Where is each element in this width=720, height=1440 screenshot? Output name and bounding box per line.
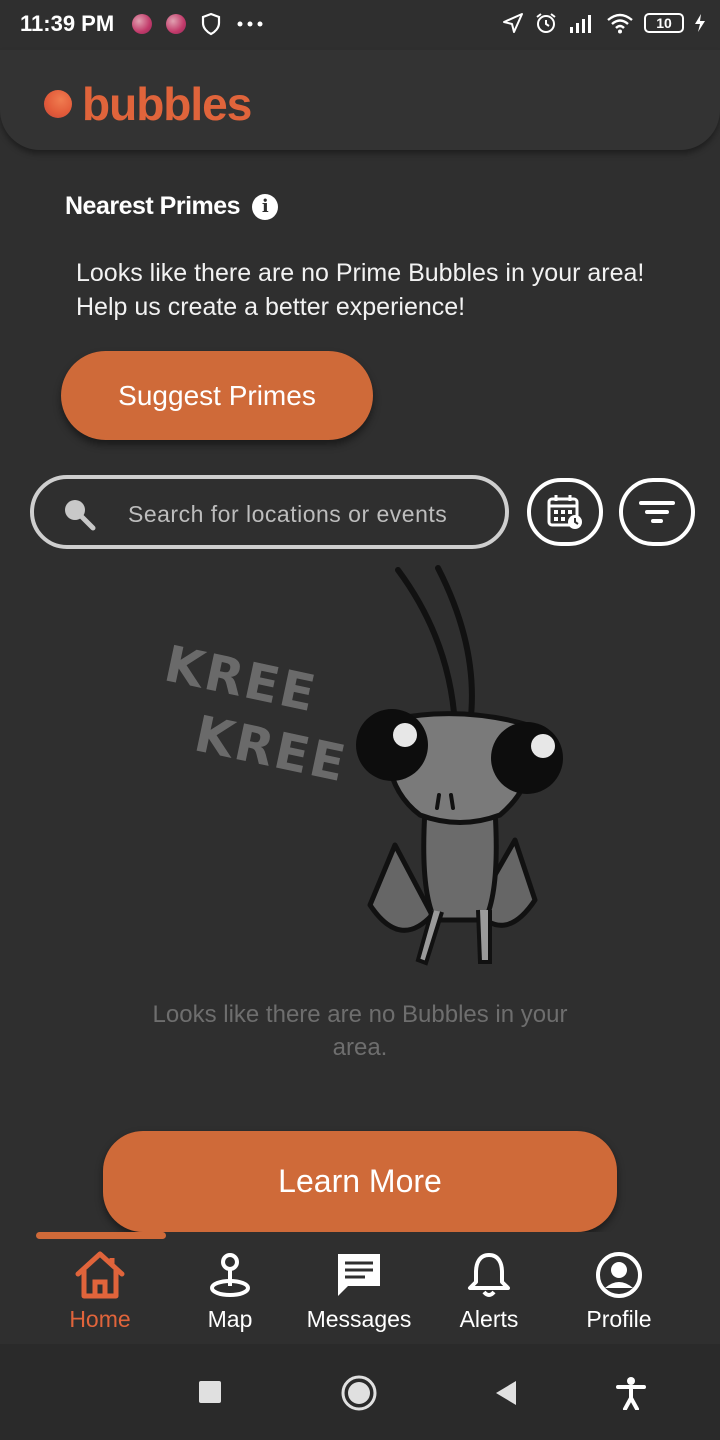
suggest-primes-button[interactable]: Suggest Primes: [61, 351, 373, 440]
app-notification-icon: [166, 14, 186, 34]
map-pin-icon: [210, 1253, 250, 1297]
app-logo[interactable]: bubbles: [44, 78, 252, 130]
alarm-icon: [536, 13, 556, 33]
empty-state-message: Looks like there are no Bubbles in your …: [152, 1001, 568, 1061]
filter-button[interactable]: [619, 478, 695, 546]
tab-label: Map: [207, 1306, 253, 1332]
nearest-primes-section: Nearest Primes i: [65, 192, 279, 221]
info-icon[interactable]: i: [252, 193, 279, 220]
more-icon: [237, 21, 263, 27]
bubble-logo-icon: [44, 90, 72, 118]
wifi-icon: [607, 13, 633, 34]
messages-icon: [338, 1254, 380, 1296]
tab-label: Alerts: [459, 1306, 519, 1332]
shield-icon: [201, 12, 221, 36]
battery-icon: 10: [644, 13, 684, 33]
accessibility-icon[interactable]: [616, 1376, 646, 1410]
calendar-filter-button[interactable]: [527, 478, 603, 546]
calendar-icon: [547, 495, 582, 529]
bell-icon: [468, 1253, 510, 1297]
home-icon: [75, 1251, 125, 1299]
app-notification-icon: [132, 14, 152, 34]
back-icon[interactable]: [494, 1380, 518, 1406]
location-icon: [503, 13, 523, 33]
app-header: bubbles: [0, 50, 720, 150]
system-navigation-bar: [0, 1344, 720, 1440]
filter-icon: [639, 501, 675, 523]
tab-alerts[interactable]: Alerts: [424, 1250, 554, 1333]
signal-icon: [570, 15, 591, 33]
status-time: 11:39 PM: [20, 11, 115, 36]
tab-messages[interactable]: Messages: [294, 1250, 424, 1333]
tab-map[interactable]: Map: [165, 1250, 295, 1333]
profile-icon: [596, 1252, 642, 1298]
search-icon: [65, 500, 96, 531]
tab-profile[interactable]: Profile: [554, 1250, 684, 1333]
tab-label: Messages: [306, 1306, 412, 1332]
tab-home[interactable]: Home: [35, 1250, 165, 1333]
tab-label: Home: [69, 1306, 131, 1332]
status-notifications: [132, 12, 264, 36]
section-title: Nearest Primes: [65, 192, 241, 220]
recents-icon[interactable]: [198, 1380, 222, 1404]
search-input[interactable]: [126, 491, 490, 537]
charging-icon: [695, 14, 705, 32]
status-bar: 11:39 PM 10: [0, 0, 720, 50]
no-primes-message: Looks like there are no Prime Bubbles in…: [76, 259, 645, 321]
cricket-icon: [356, 565, 563, 966]
cricket-illustration: KREE KREE: [150, 560, 580, 980]
app-name: bubbles: [82, 78, 252, 130]
learn-more-button[interactable]: Learn More: [103, 1131, 617, 1232]
tab-label: Profile: [586, 1306, 652, 1332]
home-nav-icon[interactable]: [340, 1374, 378, 1412]
active-tab-indicator: [36, 1232, 166, 1239]
status-system-icons: 10: [502, 11, 706, 35]
search-bar[interactable]: [30, 475, 509, 549]
bottom-tab-bar: Home Map Messages Alerts Profile: [0, 1232, 720, 1344]
